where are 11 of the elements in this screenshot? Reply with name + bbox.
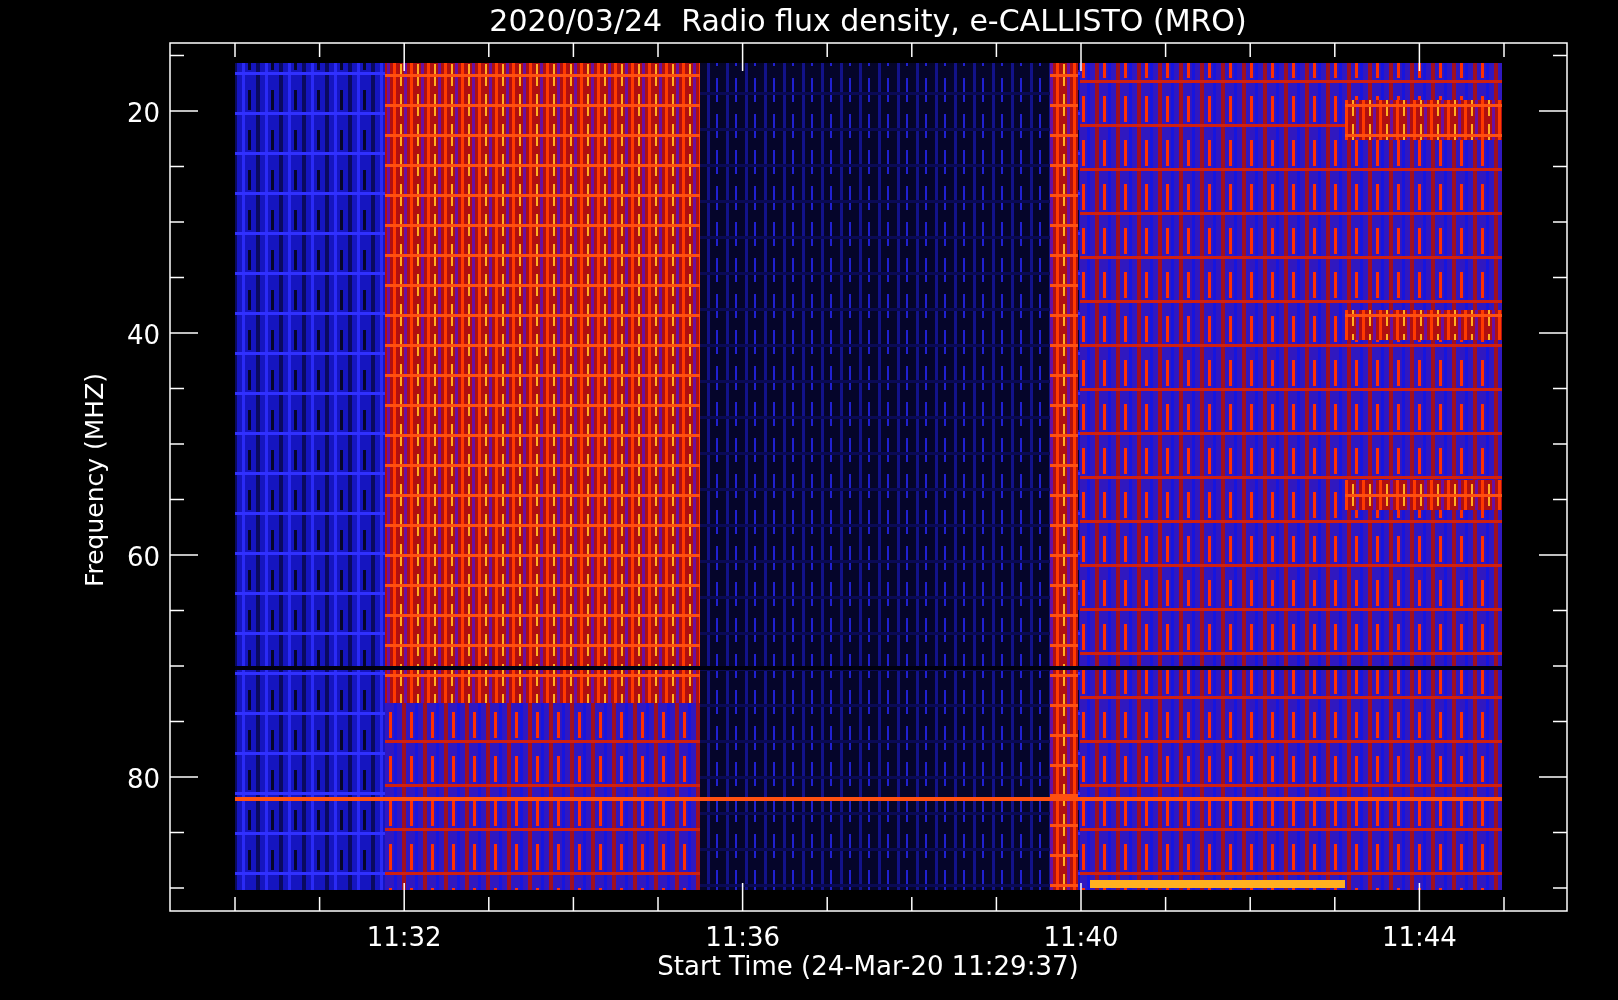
tick-label: 11:44	[1381, 922, 1457, 952]
axis-label: Start Time (24-Mar-20 11:29:37)	[657, 951, 1079, 981]
tick-label: 20	[126, 98, 160, 128]
tick-label: 11:40	[1043, 922, 1119, 952]
tick-label: 60	[126, 542, 160, 572]
chart-title: 2020/03/24 Radio flux density, e-CALLISTO (MRO)	[489, 3, 1247, 38]
tick-label: 80	[126, 764, 160, 794]
tick-label: 11:32	[366, 922, 442, 952]
axis-label: Frequency (MHZ)	[80, 372, 109, 588]
tick-label: 40	[126, 320, 160, 350]
tick-label: 11:36	[705, 922, 781, 952]
